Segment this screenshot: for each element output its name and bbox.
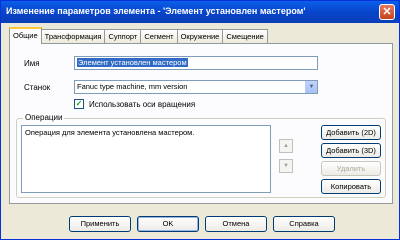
copy-button[interactable]: Копировать [321, 179, 381, 194]
arrow-down-icon: ▼ [283, 163, 289, 169]
title-bar[interactable]: Изменение параметров элемента - 'Элемент… [1, 1, 399, 23]
machine-select[interactable]: Fanuc type machine, mm version ▼ [74, 80, 318, 94]
close-button[interactable]: ✕ [379, 4, 395, 20]
tab-offset[interactable]: Смещение [222, 29, 268, 44]
arrow-up-icon: ▲ [283, 143, 289, 149]
machine-value: Fanuc type machine, mm version [77, 82, 188, 91]
add-2d-button[interactable]: Добавить (2D) [321, 125, 381, 140]
name-label: Имя [24, 59, 40, 68]
tab-support[interactable]: Суппорт [104, 29, 142, 44]
cancel-button[interactable]: Отмена [205, 216, 267, 232]
name-field[interactable]: Элемент установлен мастером [74, 56, 318, 70]
help-button[interactable]: Справка [273, 216, 335, 232]
move-down-button[interactable]: ▼ [279, 159, 293, 173]
tab-strip: Общие Трансформация Суппорт Сегмент Окру… [9, 27, 268, 44]
window-title: Изменение параметров элемента - 'Элемент… [6, 6, 306, 16]
delete-button[interactable]: Удалить [321, 161, 381, 176]
close-icon: ✕ [382, 6, 392, 18]
operations-group: Операции Операция для элемента установле… [16, 113, 386, 198]
add-3d-button[interactable]: Добавить (3D) [321, 143, 381, 158]
machine-label: Станок [24, 83, 51, 92]
tab-transformation[interactable]: Трансформация [40, 29, 106, 44]
tab-environment[interactable]: Окружение [176, 29, 224, 44]
operations-list[interactable]: Операция для элемента установлена мастер… [21, 125, 271, 193]
operations-legend: Операции [23, 113, 65, 122]
ok-button[interactable]: OK [137, 216, 199, 232]
tab-panel-general: Имя Элемент установлен мастером Станок F… [9, 43, 393, 204]
tab-segment[interactable]: Сегмент [140, 29, 178, 44]
checkmark-icon: ✓ [75, 99, 83, 108]
dropdown-arrow-icon[interactable]: ▼ [305, 81, 317, 93]
tab-general[interactable]: Общие [9, 27, 42, 44]
apply-button[interactable]: Применить [69, 216, 131, 232]
name-value: Элемент установлен мастером [77, 58, 188, 67]
use-rotation-label[interactable]: Использовать оси вращения [89, 100, 195, 109]
dialog-window: Изменение параметров элемента - 'Элемент… [0, 0, 400, 240]
move-up-button[interactable]: ▲ [279, 139, 293, 153]
use-rotation-checkbox[interactable]: ✓ [74, 99, 84, 109]
list-item[interactable]: Операция для элемента установлена мастер… [25, 128, 267, 137]
